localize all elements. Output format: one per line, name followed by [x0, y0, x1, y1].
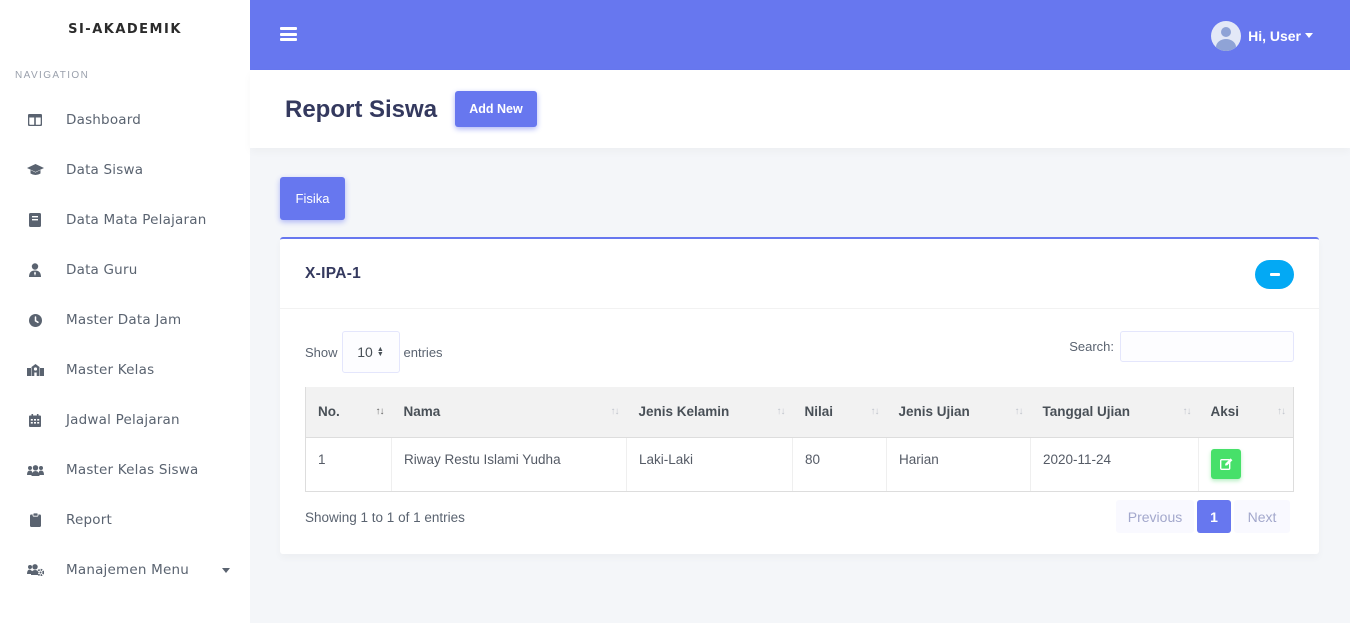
- sidebar-item-data-siswa[interactable]: Data Siswa: [0, 145, 250, 195]
- user-dropdown[interactable]: Hi, User: [1211, 21, 1313, 51]
- sort-arrows-icon: ▲ ▼: [376, 346, 384, 358]
- cell-aksi: [1198, 437, 1294, 492]
- sort-icon: ↑↓: [1182, 406, 1192, 417]
- sort-icon: ↑↓: [1277, 406, 1286, 417]
- chevron-down-icon: [1305, 32, 1313, 38]
- page-1-button[interactable]: 1: [1197, 500, 1231, 533]
- length-control: Show 10 ▲ ▼ entries: [305, 331, 443, 373]
- clock-icon: [26, 313, 44, 327]
- sort-icon: ↑↓: [1014, 406, 1024, 417]
- column-header-no[interactable]: No. ↑↓: [305, 387, 392, 438]
- sidebar-item-label: Master Data Jam: [66, 312, 182, 328]
- column-header-tanggal-ujian[interactable]: Tanggal Ujian ↑↓: [1030, 387, 1199, 438]
- sidebar-item-label: Report: [66, 512, 112, 528]
- card-header: X-IPA-1: [280, 239, 1319, 309]
- pagination: Previous 1 Next: [1116, 500, 1290, 533]
- sidebar-item-label: Data Siswa: [66, 162, 144, 178]
- add-new-button[interactable]: Add New: [455, 91, 537, 127]
- sidebar-item-label: Data Guru: [66, 262, 138, 278]
- column-header-jenis-ujian[interactable]: Jenis Ujian ↑↓: [886, 387, 1031, 438]
- book-icon: [26, 213, 44, 227]
- cell-jenis-ujian: Harian: [886, 437, 1031, 492]
- cell-nilai: 80: [792, 437, 887, 492]
- sidebar-item-dashboard[interactable]: Dashboard: [0, 95, 250, 145]
- minus-icon: [1269, 273, 1280, 276]
- sidebar: SI-AKADEMIK NAVIGATION Dashboard Data Si…: [0, 0, 250, 623]
- sort-icon: ↑↓: [776, 406, 786, 417]
- cell-nama: Riway Restu Islami Yudha: [391, 437, 627, 492]
- sort-icon: ↑↓: [870, 406, 880, 417]
- search-input[interactable]: [1120, 331, 1294, 362]
- clipboard-icon: [26, 513, 44, 527]
- class-card: X-IPA-1 Show 10 ▲ ▼ entries Search: No. ↑↓…: [280, 237, 1319, 554]
- card-title: X-IPA-1: [305, 265, 362, 282]
- sidebar-item-label: Master Kelas Siswa: [66, 462, 199, 478]
- user-tie-icon: [26, 263, 44, 277]
- table-row: 1 Riway Restu Islami Yudha Laki-Laki 80 …: [305, 437, 1294, 492]
- next-page-button[interactable]: Next: [1234, 500, 1290, 533]
- sidebar-item-manajemen-menu[interactable]: Manajemen Menu: [0, 545, 250, 595]
- column-header-nilai[interactable]: Nilai ↑↓: [792, 387, 887, 438]
- users-icon: [26, 463, 44, 477]
- sidebar-item-label: Jadwal Pelajaran: [66, 412, 180, 428]
- users-cog-icon: [26, 563, 44, 577]
- school-icon: [26, 363, 44, 377]
- avatar: [1211, 21, 1242, 51]
- report-table: No. ↑↓ Nama ↑↓ Jenis Kelamin ↑↓ Nilai ↑↓ Jen…: [305, 387, 1294, 492]
- hamburger-menu-icon[interactable]: [280, 27, 297, 41]
- sidebar-item-label: Dashboard: [66, 112, 142, 128]
- graduation-cap-icon: [26, 163, 44, 177]
- sidebar-item-label: Data Mata Pelajaran: [66, 212, 207, 228]
- edit-button[interactable]: [1211, 448, 1241, 479]
- sidebar-item-master-kelas-siswa[interactable]: Master Kelas Siswa: [0, 445, 250, 495]
- sidebar-item-master-data-jam[interactable]: Master Data Jam: [0, 295, 250, 345]
- sort-icon: ↑↓: [610, 406, 620, 417]
- cell-no: 1: [305, 437, 392, 492]
- table-header-row: No. ↑↓ Nama ↑↓ Jenis Kelamin ↑↓ Nilai ↑↓ Jen…: [305, 387, 1294, 438]
- sidebar-item-data-mata-pelajaran[interactable]: Data Mata Pelajaran: [0, 195, 250, 245]
- column-header-aksi[interactable]: Aksi ↑↓: [1198, 387, 1294, 438]
- entries-select[interactable]: 10 ▲ ▼: [341, 331, 400, 373]
- calendar-icon: [26, 413, 44, 427]
- columns-icon: [26, 113, 44, 127]
- table-info: Showing 1 to 1 of 1 entries: [305, 510, 465, 525]
- page-title: Report Siswa: [285, 96, 438, 123]
- tab-fisika[interactable]: Fisika: [280, 177, 345, 220]
- sort-icon: ↑↓: [375, 406, 385, 417]
- search-label: Search:: [1069, 339, 1114, 354]
- cell-jenis-kelamin: Laki-Laki: [626, 437, 793, 492]
- column-header-nama[interactable]: Nama ↑↓: [391, 387, 627, 438]
- collapse-button[interactable]: [1255, 260, 1294, 289]
- sidebar-item-label: Master Kelas: [66, 362, 155, 378]
- sidebar-item-report[interactable]: Report: [0, 495, 250, 545]
- user-greeting: Hi, User: [1248, 28, 1301, 44]
- sidebar-item-jadwal-pelajaran[interactable]: Jadwal Pelajaran: [0, 395, 250, 445]
- edit-icon: [1219, 457, 1232, 470]
- column-header-jenis-kelamin[interactable]: Jenis Kelamin ↑↓: [626, 387, 793, 438]
- chevron-down-icon: [222, 568, 230, 573]
- search-control: Search:: [1069, 331, 1294, 362]
- brand-logo[interactable]: SI-AKADEMIK: [0, 0, 250, 58]
- previous-page-button[interactable]: Previous: [1116, 500, 1194, 533]
- entries-label: entries: [403, 344, 443, 360]
- nav-header: NAVIGATION: [15, 70, 90, 81]
- sidebar-item-master-kelas[interactable]: Master Kelas: [0, 345, 250, 395]
- section-header: Report Siswa Add New: [250, 70, 1350, 148]
- cell-tanggal-ujian: 2020-11-24: [1030, 437, 1199, 492]
- sidebar-item-label: Manajemen Menu: [66, 562, 189, 578]
- sidebar-item-data-guru[interactable]: Data Guru: [0, 245, 250, 295]
- entries-value: 10: [357, 344, 373, 360]
- show-label: Show: [305, 344, 338, 360]
- topbar: Hi, User: [250, 0, 1350, 70]
